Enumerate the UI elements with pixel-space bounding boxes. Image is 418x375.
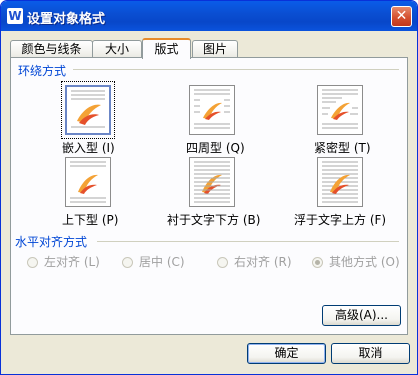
close-button[interactable]: ✕ <box>391 6 412 27</box>
cancel-button[interactable]: 取消 <box>331 343 410 364</box>
align-left-label: 左对齐 (L) <box>44 255 100 269</box>
tight-wrap-icon <box>322 89 358 129</box>
title-bar[interactable]: W 设置对象格式 ✕ <box>1 1 417 31</box>
square-wrap-icon <box>194 89 230 129</box>
behind-text-option[interactable] <box>189 157 235 207</box>
align-right-label: 右对齐 (R) <box>234 255 292 269</box>
dialog-window: W 设置对象格式 ✕ 颜色与线条 大小 版式 图片 环绕方式 嵌入型 (I) 四… <box>0 0 418 375</box>
align-center-radio[interactable]: 居中 (C) <box>122 253 185 270</box>
behind-text-icon <box>194 161 230 203</box>
close-icon: ✕ <box>395 8 408 24</box>
wps-writer-icon: W <box>7 8 23 24</box>
square-wrap-option[interactable] <box>189 85 235 135</box>
in-front-of-text-option[interactable] <box>317 157 363 207</box>
inline-wrap-icon <box>71 90 105 128</box>
align-other-radio[interactable]: 其他方式 (O) <box>312 253 400 270</box>
align-left-radio[interactable]: 左对齐 (L) <box>27 253 100 270</box>
tab-size[interactable]: 大小 <box>92 40 142 58</box>
square-wrap-label: 四周型 (Q) <box>186 141 245 155</box>
align-other-label: 其他方式 (O) <box>329 255 400 269</box>
tight-wrap-label: 紧密型 (T) <box>314 141 371 155</box>
tab-layout[interactable]: 版式 <box>142 38 191 59</box>
tab-colors-lines[interactable]: 颜色与线条 <box>10 40 93 58</box>
radio-button-icon <box>122 257 133 268</box>
group-divider <box>97 241 399 242</box>
in-front-of-text-label: 浮于文字上方 (F) <box>294 213 387 227</box>
tab-picture[interactable]: 图片 <box>192 40 238 58</box>
in-front-of-text-icon <box>322 161 358 203</box>
align-center-label: 居中 (C) <box>139 255 185 269</box>
top-bottom-wrap-option[interactable] <box>65 157 111 207</box>
top-bottom-wrap-label: 上下型 (P) <box>62 213 119 227</box>
group-divider <box>73 69 399 70</box>
inline-wrap-option[interactable] <box>61 81 115 139</box>
inline-wrap-label: 嵌入型 (I) <box>62 141 115 155</box>
top-bottom-wrap-icon <box>70 161 106 203</box>
ok-button[interactable]: 确定 <box>247 343 326 364</box>
tight-wrap-option[interactable] <box>317 85 363 135</box>
radio-button-icon <box>27 257 38 268</box>
advanced-button[interactable]: 高级(A)... <box>322 305 401 326</box>
radio-button-checked-icon <box>312 257 323 268</box>
tab-panel: 环绕方式 嵌入型 (I) 四周型 (Q) 紧密型 (T) 上下型 (P) 衬于文… <box>10 57 408 335</box>
behind-text-label: 衬于文字下方 (B) <box>167 213 261 227</box>
wrap-style-title: 环绕方式 <box>18 64 67 78</box>
align-right-radio[interactable]: 右对齐 (R) <box>217 253 292 270</box>
dialog-title: 设置对象格式 <box>27 12 106 27</box>
horizontal-alignment-title: 水平对齐方式 <box>15 235 88 249</box>
radio-button-icon <box>217 257 228 268</box>
